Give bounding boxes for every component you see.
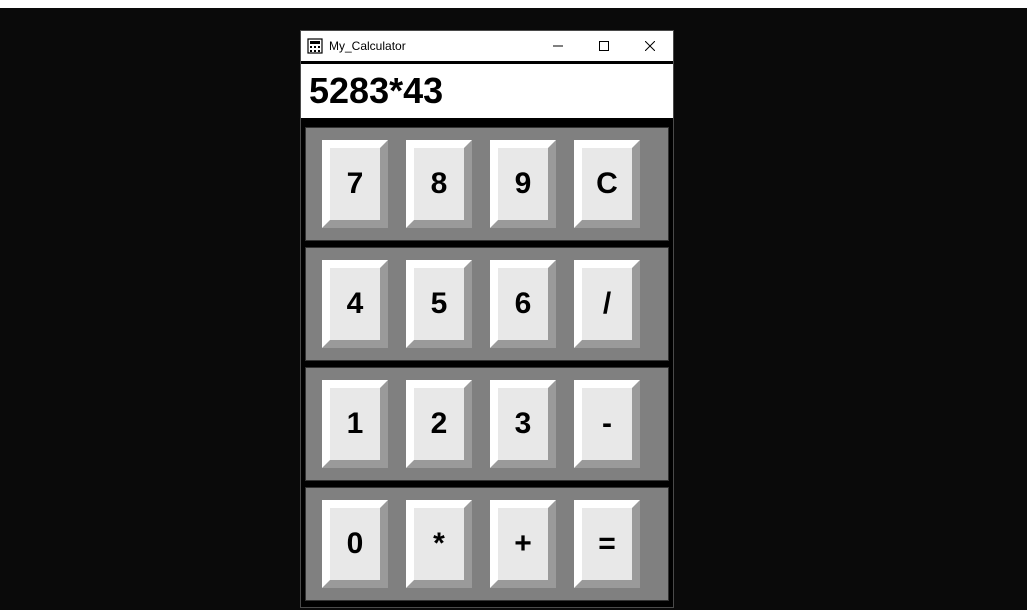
titlebar[interactable]: My_Calculator <box>301 31 673 61</box>
key-8[interactable]: 8 <box>406 140 472 228</box>
key-3[interactable]: 3 <box>490 380 556 468</box>
key-1[interactable]: 1 <box>322 380 388 468</box>
key-multiply[interactable]: * <box>406 500 472 588</box>
key-7[interactable]: 7 <box>322 140 388 228</box>
key-minus[interactable]: - <box>574 380 640 468</box>
key-2[interactable]: 2 <box>406 380 472 468</box>
key-divide[interactable]: / <box>574 260 640 348</box>
key-0[interactable]: 0 <box>322 500 388 588</box>
key-4[interactable]: 4 <box>322 260 388 348</box>
key-row-1: 7 8 9 C <box>305 127 669 241</box>
keypad: 7 8 9 C 4 5 6 / 1 2 3 - 0 * + = <box>301 127 673 601</box>
key-row-2: 4 5 6 / <box>305 247 669 361</box>
key-row-3: 1 2 3 - <box>305 367 669 481</box>
browser-top-edge <box>0 0 1027 8</box>
calculator-window: My_Calculator 5283*43 7 8 9 C <box>300 30 674 608</box>
display-value: 5283*43 <box>309 70 665 112</box>
app-icon <box>307 38 323 54</box>
calculator-display: 5283*43 <box>301 61 673 121</box>
key-6[interactable]: 6 <box>490 260 556 348</box>
key-5[interactable]: 5 <box>406 260 472 348</box>
key-clear[interactable]: C <box>574 140 640 228</box>
minimize-icon <box>553 41 563 51</box>
key-9[interactable]: 9 <box>490 140 556 228</box>
minimize-button[interactable] <box>535 31 581 61</box>
key-plus[interactable]: + <box>490 500 556 588</box>
close-button[interactable] <box>627 31 673 61</box>
key-row-4: 0 * + = <box>305 487 669 601</box>
close-icon <box>645 41 655 51</box>
key-equals[interactable]: = <box>574 500 640 588</box>
maximize-icon <box>599 41 609 51</box>
window-title: My_Calculator <box>329 39 406 53</box>
maximize-button[interactable] <box>581 31 627 61</box>
